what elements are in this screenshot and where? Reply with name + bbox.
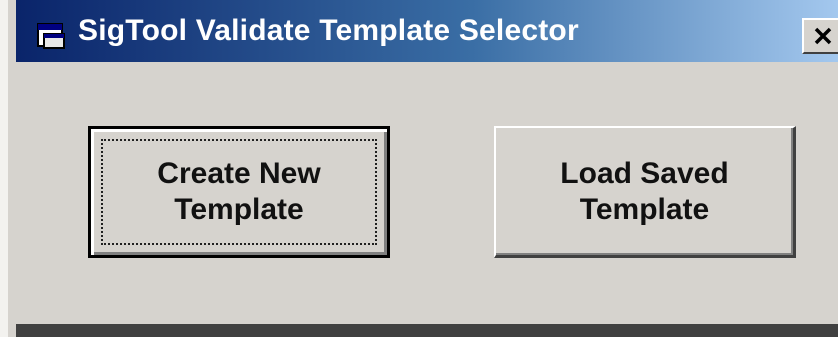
close-button[interactable] bbox=[802, 18, 838, 54]
load-saved-template-button[interactable]: Load Saved Template bbox=[494, 126, 796, 258]
load-saved-template-label: Load Saved Template bbox=[560, 156, 729, 226]
app-window-icon bbox=[36, 22, 70, 50]
create-new-template-button[interactable]: Create New Template bbox=[88, 126, 390, 258]
focus-rectangle bbox=[101, 139, 377, 245]
window-bottom-edge bbox=[16, 324, 838, 337]
window-title: SigTool Validate Template Selector bbox=[78, 14, 579, 47]
template-selector-window: SigTool Validate Template Selector Creat… bbox=[0, 0, 838, 337]
title-bar[interactable]: SigTool Validate Template Selector bbox=[16, 0, 838, 62]
close-icon bbox=[814, 27, 832, 45]
